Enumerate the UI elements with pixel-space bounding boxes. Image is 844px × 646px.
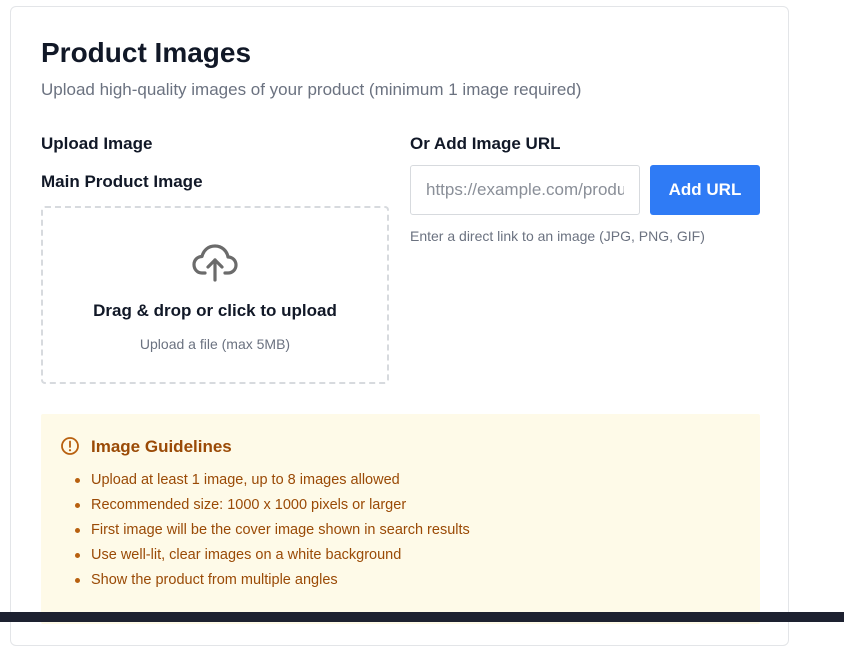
image-url-label: Or Add Image URL bbox=[410, 134, 561, 153]
guideline-text: Recommended size: 1000 x 1000 pixels or … bbox=[91, 497, 407, 513]
image-url-input[interactable] bbox=[410, 165, 640, 215]
image-dropzone[interactable]: Drag & drop or click to upload Upload a … bbox=[41, 206, 389, 384]
page-title: Product Images bbox=[41, 37, 252, 68]
guidelines-title: Image Guidelines bbox=[91, 437, 232, 456]
list-item: Use well-lit, clear images on a white ba… bbox=[75, 545, 470, 570]
alert-circle-icon bbox=[61, 437, 79, 455]
bullet-icon bbox=[75, 503, 80, 508]
dropzone-title: Drag & drop or click to upload bbox=[93, 301, 337, 320]
guideline-text: Show the product from multiple angles bbox=[91, 572, 338, 588]
image-url-hint: Enter a direct link to an image (JPG, PN… bbox=[410, 228, 705, 244]
bullet-icon bbox=[75, 578, 80, 583]
product-images-card: Product Images Upload high-quality image… bbox=[10, 6, 789, 646]
list-item: Recommended size: 1000 x 1000 pixels or … bbox=[75, 495, 470, 520]
bullet-icon bbox=[75, 553, 80, 558]
guidelines-list: Upload at least 1 image, up to 8 images … bbox=[75, 470, 470, 595]
list-item: First image will be the cover image show… bbox=[75, 520, 470, 545]
main-product-image-label: Main Product Image bbox=[41, 172, 203, 191]
image-guidelines-panel: Image Guidelines Upload at least 1 image… bbox=[41, 414, 760, 624]
dropzone-subtitle: Upload a file (max 5MB) bbox=[139, 336, 291, 352]
guideline-text: First image will be the cover image show… bbox=[91, 522, 470, 538]
bullet-icon bbox=[75, 528, 80, 533]
bottom-bar bbox=[0, 612, 844, 622]
add-url-button[interactable]: Add URL bbox=[650, 165, 760, 215]
page-subtitle: Upload high-quality images of your produ… bbox=[41, 80, 582, 99]
cloud-upload-icon bbox=[192, 244, 238, 282]
guideline-text: Upload at least 1 image, up to 8 images … bbox=[91, 472, 400, 488]
guideline-text: Use well-lit, clear images on a white ba… bbox=[91, 547, 402, 563]
bullet-icon bbox=[75, 478, 80, 483]
upload-image-label: Upload Image bbox=[41, 134, 153, 153]
list-item: Show the product from multiple angles bbox=[75, 570, 470, 595]
list-item: Upload at least 1 image, up to 8 images … bbox=[75, 470, 470, 495]
